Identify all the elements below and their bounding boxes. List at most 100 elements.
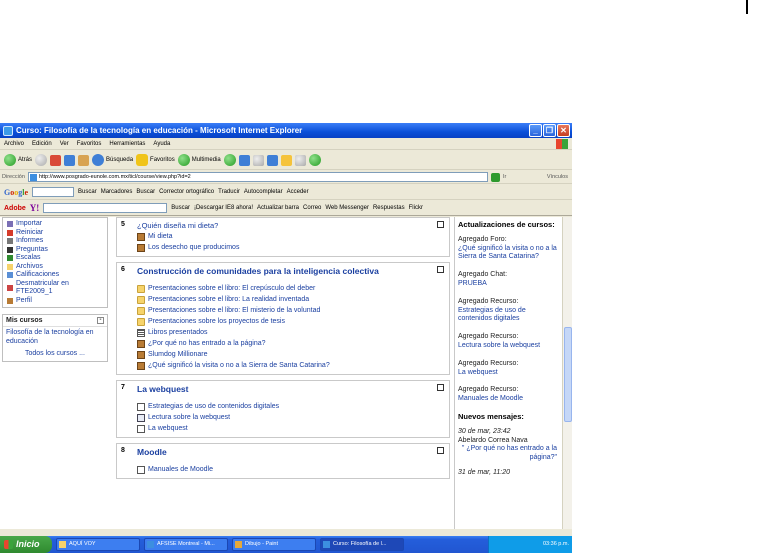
close-button[interactable]: ✕ <box>557 124 570 137</box>
section-title[interactable]: Construcción de comunidades para la inte… <box>137 266 445 276</box>
menu-item-questions[interactable]: Preguntas <box>7 246 103 255</box>
resource-link[interactable]: Presentaciones sobre el libro: La realid… <box>137 294 445 305</box>
resource-link[interactable]: ¿Por qué no has entrado a la página? <box>137 338 445 349</box>
section-checkbox[interactable] <box>437 447 444 454</box>
update-link[interactable]: PRUEBA <box>458 280 557 289</box>
multimedia-button[interactable]: Multimedia <box>177 154 221 166</box>
section-checkbox[interactable] <box>437 384 444 391</box>
mail-button[interactable] <box>238 154 250 166</box>
section-body: Construcción de comunidades para la inte… <box>137 266 445 371</box>
search-button[interactable]: Búsqueda <box>92 154 133 166</box>
title-bar[interactable]: Curso: Filosofía de la tecnología en edu… <box>0 123 572 138</box>
resource-link[interactable]: Libros presentados <box>137 327 445 338</box>
translate-button[interactable]: Traducir <box>218 189 240 195</box>
google-search-input[interactable] <box>32 187 75 197</box>
yahoo-logo[interactable]: Y! <box>30 203 40 213</box>
update-link[interactable]: La webquest <box>458 369 557 378</box>
answers-link[interactable]: Respuestas <box>373 205 405 211</box>
task-paint[interactable]: Dibujo - Paint <box>232 538 316 551</box>
menu-edicion[interactable]: Edición <box>32 138 52 149</box>
print-button[interactable] <box>252 154 264 166</box>
message-link[interactable]: " ¿Por qué no has entrado a la página?" <box>458 445 557 463</box>
go-button[interactable] <box>490 172 500 182</box>
all-courses-link[interactable]: Todos los cursos ... <box>3 348 107 361</box>
back-button[interactable]: Atrás <box>4 154 32 166</box>
favorites-button[interactable]: Favoritos <box>136 154 175 166</box>
course-sections: 5 ¿Quién diseña mi dieta? Mi dieta Los dese… <box>116 217 450 529</box>
edit-button[interactable] <box>266 154 278 166</box>
resource-link[interactable]: La webquest <box>137 423 445 434</box>
flickr-link[interactable]: Flickr <box>409 205 423 211</box>
menu-favoritos[interactable]: Favoritos <box>77 138 102 149</box>
google-search-button[interactable]: Buscar <box>78 189 97 195</box>
menu-item-files[interactable]: Archivos <box>7 263 103 272</box>
vertical-scrollbar[interactable] <box>562 217 572 529</box>
resource-link[interactable]: Los desecho que producimos <box>137 242 445 253</box>
ie-icon <box>323 541 330 548</box>
mail-link[interactable]: Correo <box>303 205 321 211</box>
resource-link[interactable]: ¿Qué significó la visita o no a la Sierr… <box>137 360 445 371</box>
course-link[interactable]: Filosofía de la tecnología en educación <box>3 327 107 348</box>
adobe-logo[interactable]: Adobe <box>4 205 26 212</box>
resource-link[interactable]: Slumdog Millionare <box>137 349 445 360</box>
menu-item-unenrol[interactable]: Desmatricular en FTE2009_1 <box>7 280 103 297</box>
section-checkbox[interactable] <box>437 221 444 228</box>
task-aqui-voy[interactable]: AQUÍ VOY <box>56 538 140 551</box>
menu-item-reports[interactable]: Informes <box>7 237 103 246</box>
home-button[interactable] <box>78 154 90 166</box>
task-afsise[interactable]: AFSISE Montreal - Mi... <box>144 538 228 551</box>
bookmarks-button[interactable]: Marcadores <box>101 189 133 195</box>
web-messenger-link[interactable]: Web Messenger <box>325 205 369 211</box>
research-button[interactable] <box>294 154 306 166</box>
resource-link[interactable]: Estrategias de uso de contenidos digital… <box>137 401 445 412</box>
update-link[interactable]: Lectura sobre la webquest <box>458 342 557 351</box>
menu-herramientas[interactable]: Herramientas <box>109 138 145 149</box>
menu-archivo[interactable]: Archivo <box>4 138 24 149</box>
resource-link[interactable]: Presentaciones sobre los proyectos de te… <box>137 316 445 327</box>
stop-button[interactable] <box>50 154 62 166</box>
links-label[interactable]: Vínculos <box>547 174 568 180</box>
history-button[interactable] <box>223 154 236 166</box>
maximize-button[interactable]: ❐ <box>543 124 556 137</box>
windows-flag-icon <box>4 540 13 549</box>
resource-link[interactable]: Manuales de Moodle <box>137 464 445 475</box>
yahoo-search-button[interactable]: Buscar <box>171 205 190 211</box>
section-title[interactable]: La webquest <box>137 384 445 394</box>
update-link[interactable]: ¿Qué significó la visita o no a la Sierr… <box>458 245 557 263</box>
forward-button[interactable] <box>35 154 48 166</box>
resource-link[interactable]: Presentaciones sobre el libro: El mister… <box>137 305 445 316</box>
folder-icon <box>137 295 145 304</box>
resource-link[interactable]: Lectura sobre la webquest <box>137 412 445 423</box>
messenger-button[interactable] <box>308 154 321 166</box>
menu-item-grades[interactable]: Calificaciones <box>7 271 103 280</box>
task-curso[interactable]: Curso: Filosofía de l... <box>320 538 404 551</box>
menu-ayuda[interactable]: Ayuda <box>153 138 170 149</box>
yahoo-search-input[interactable] <box>43 203 168 213</box>
menu-item-scales[interactable]: Escalas <box>7 254 103 263</box>
update-link[interactable]: Manuales de Moodle <box>458 395 557 404</box>
resource-link[interactable]: Presentaciones sobre el libro: El crepús… <box>137 283 445 294</box>
minimize-button[interactable]: _ <box>529 124 542 137</box>
signin-button[interactable]: Acceder <box>287 189 309 195</box>
update-link[interactable]: Estrategias de uso de contenidos digital… <box>458 307 557 325</box>
start-button[interactable]: Inicio <box>0 536 52 553</box>
resource-link[interactable]: Mi dieta <box>137 231 445 242</box>
download-ie8-button[interactable]: ¡Descargar IE8 ahora! <box>194 205 253 211</box>
menu-item-import[interactable]: Importar <box>7 220 103 229</box>
section-checkbox[interactable] <box>437 266 444 273</box>
url-input[interactable]: http://www.posgrado-eunole.com.mx/ticl/c… <box>27 172 488 182</box>
section-title[interactable]: Moodle <box>137 447 445 457</box>
notes-button[interactable] <box>280 154 292 166</box>
update-bar-button[interactable]: Actualizar barra <box>257 205 299 211</box>
scrollbar-thumb[interactable] <box>564 327 572 422</box>
menu-ver[interactable]: Ver <box>60 138 69 149</box>
resource-label: Los desecho que producimos <box>148 244 240 251</box>
menu-item-profile[interactable]: Perfil <box>7 297 103 306</box>
spellcheck-button[interactable]: Corrector ortográfico <box>159 189 214 195</box>
google-find-button[interactable]: Buscar <box>136 189 155 195</box>
collapse-icon[interactable]: - <box>97 317 104 324</box>
text-cursor <box>746 0 748 14</box>
menu-item-reset[interactable]: Reiniciar <box>7 229 103 238</box>
autofill-button[interactable]: Autocompletar <box>244 189 283 195</box>
refresh-button[interactable] <box>64 154 76 166</box>
